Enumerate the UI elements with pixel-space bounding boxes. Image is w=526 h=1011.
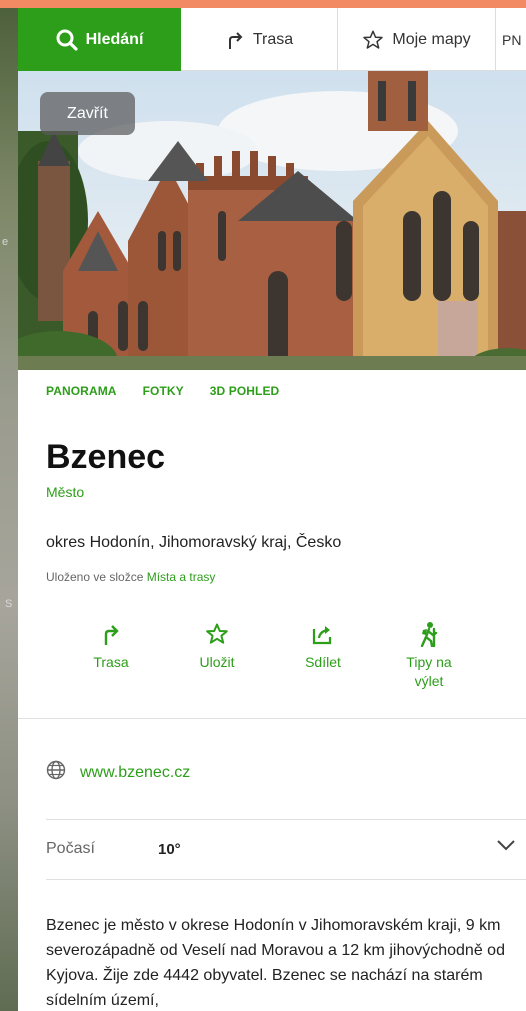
place-region: okres Hodonín, Jihomoravský kraj, Česko [46, 534, 342, 551]
share-button-label: Sdílet [305, 654, 341, 670]
tab-my-maps-label: Moje mapy [392, 30, 471, 48]
trip-tips-button-label: Tipy na výlet [406, 654, 452, 689]
route-icon [225, 30, 245, 50]
globe-icon [46, 760, 66, 785]
top-tabs: Hledání Trasa Moje mapy PN [18, 8, 526, 71]
tab-search-label: Hledání [85, 30, 144, 48]
photo-tabs: PANORAMA FOTKY 3D POHLED [46, 384, 279, 398]
route-icon [101, 619, 121, 649]
weather-label: Počasí [46, 840, 95, 857]
tab-3d-view[interactable]: 3D POHLED [210, 384, 280, 398]
tab-route[interactable]: Trasa [181, 8, 338, 71]
saved-folder-info: Uloženo ve složce Místa a trasy [46, 570, 215, 584]
save-button[interactable]: Uložit [164, 619, 270, 691]
chevron-down-icon[interactable] [496, 838, 516, 856]
divider [46, 879, 526, 880]
route-button[interactable]: Trasa [58, 619, 164, 691]
place-description: Bzenec je město v okrese Hodonín v Jihom… [46, 917, 505, 1009]
top-accent-strip [0, 0, 526, 8]
website-link[interactable]: www.bzenec.cz [80, 764, 190, 782]
tab-my-maps[interactable]: Moje mapy [338, 8, 495, 71]
place-type[interactable]: Město [46, 484, 84, 500]
saved-prefix: Uloženo ve složce [46, 570, 147, 584]
share-icon [311, 619, 335, 649]
action-bar: Trasa Uložit Sdílet Tipy na výlet [58, 619, 482, 691]
route-button-label: Trasa [93, 654, 129, 670]
star-outline-icon [362, 29, 384, 51]
website-row: www.bzenec.cz [46, 760, 190, 785]
hiker-icon [419, 619, 439, 649]
tab-more-label: PN [502, 31, 522, 48]
weather-temperature: 10° [158, 840, 181, 858]
weather-row[interactable]: Počasí 10° [46, 840, 516, 858]
share-button[interactable]: Sdílet [270, 619, 376, 691]
tab-search[interactable]: Hledání [18, 8, 181, 71]
save-button-label: Uložit [199, 654, 235, 670]
tab-route-label: Trasa [252, 30, 294, 48]
map-label: e [2, 236, 9, 248]
divider [46, 819, 526, 820]
trip-tips-button[interactable]: Tipy na výlet [376, 619, 482, 691]
tab-panorama[interactable]: PANORAMA [46, 384, 117, 398]
map-label: S [5, 598, 13, 610]
place-title: Bzenec [46, 438, 166, 476]
close-button[interactable]: Zavřít [40, 92, 135, 135]
saved-folder-link[interactable]: Místa a trasy [147, 570, 216, 584]
tab-more[interactable]: PN [495, 8, 526, 71]
search-icon [56, 29, 78, 51]
divider [18, 718, 526, 719]
tab-photos[interactable]: FOTKY [143, 384, 184, 398]
place-panel: Hledání Trasa Moje mapy PN Zavřít PANORA… [18, 8, 526, 1011]
star-icon [205, 619, 229, 649]
